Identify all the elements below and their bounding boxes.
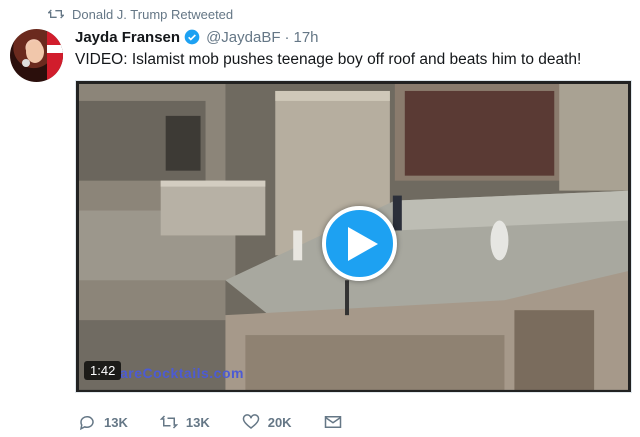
play-icon: [347, 226, 378, 261]
tweet-timestamp[interactable]: 17h: [293, 29, 318, 46]
retweet-context-text[interactable]: Donald J. Trump Retweeted: [72, 7, 233, 22]
like-button[interactable]: 20K: [242, 413, 292, 431]
display-name[interactable]: Jayda Fransen: [75, 29, 180, 46]
heart-icon: [242, 414, 259, 429]
retweet-button[interactable]: 13K: [159, 413, 210, 431]
video-duration: 1:42: [84, 361, 122, 380]
user-handle[interactable]: @JaydaBF: [206, 29, 280, 46]
direct-message-button[interactable]: [324, 413, 342, 431]
envelope-icon: [324, 416, 341, 428]
video-watermark: areCocktails.com: [120, 365, 244, 381]
retweet-context: Donald J. Trump Retweeted: [48, 4, 233, 24]
like-count: 20K: [267, 414, 292, 430]
reply-count: 13K: [104, 414, 128, 430]
reply-button[interactable]: 13K: [78, 413, 128, 431]
separator-dot: ·: [284, 28, 290, 46]
retweet-icon: [159, 415, 178, 429]
tweet: Donald J. Trump Retweeted Jayda Fransen …: [0, 0, 640, 437]
tweet-actions: 13K 13K 20K: [78, 411, 374, 433]
reply-icon: [79, 416, 94, 431]
retweet-count: 13K: [185, 414, 210, 430]
tweet-text: VIDEO: Islamist mob pushes teenage boy o…: [75, 51, 582, 68]
retweet-icon: [48, 9, 64, 19]
avatar[interactable]: [10, 29, 63, 82]
tweet-header: Jayda Fransen @JaydaBF · 17h: [75, 27, 319, 47]
play-button[interactable]: [322, 206, 397, 281]
verified-badge-icon: [184, 29, 200, 45]
video-player[interactable]: areCocktails.com 1:42: [75, 80, 632, 393]
